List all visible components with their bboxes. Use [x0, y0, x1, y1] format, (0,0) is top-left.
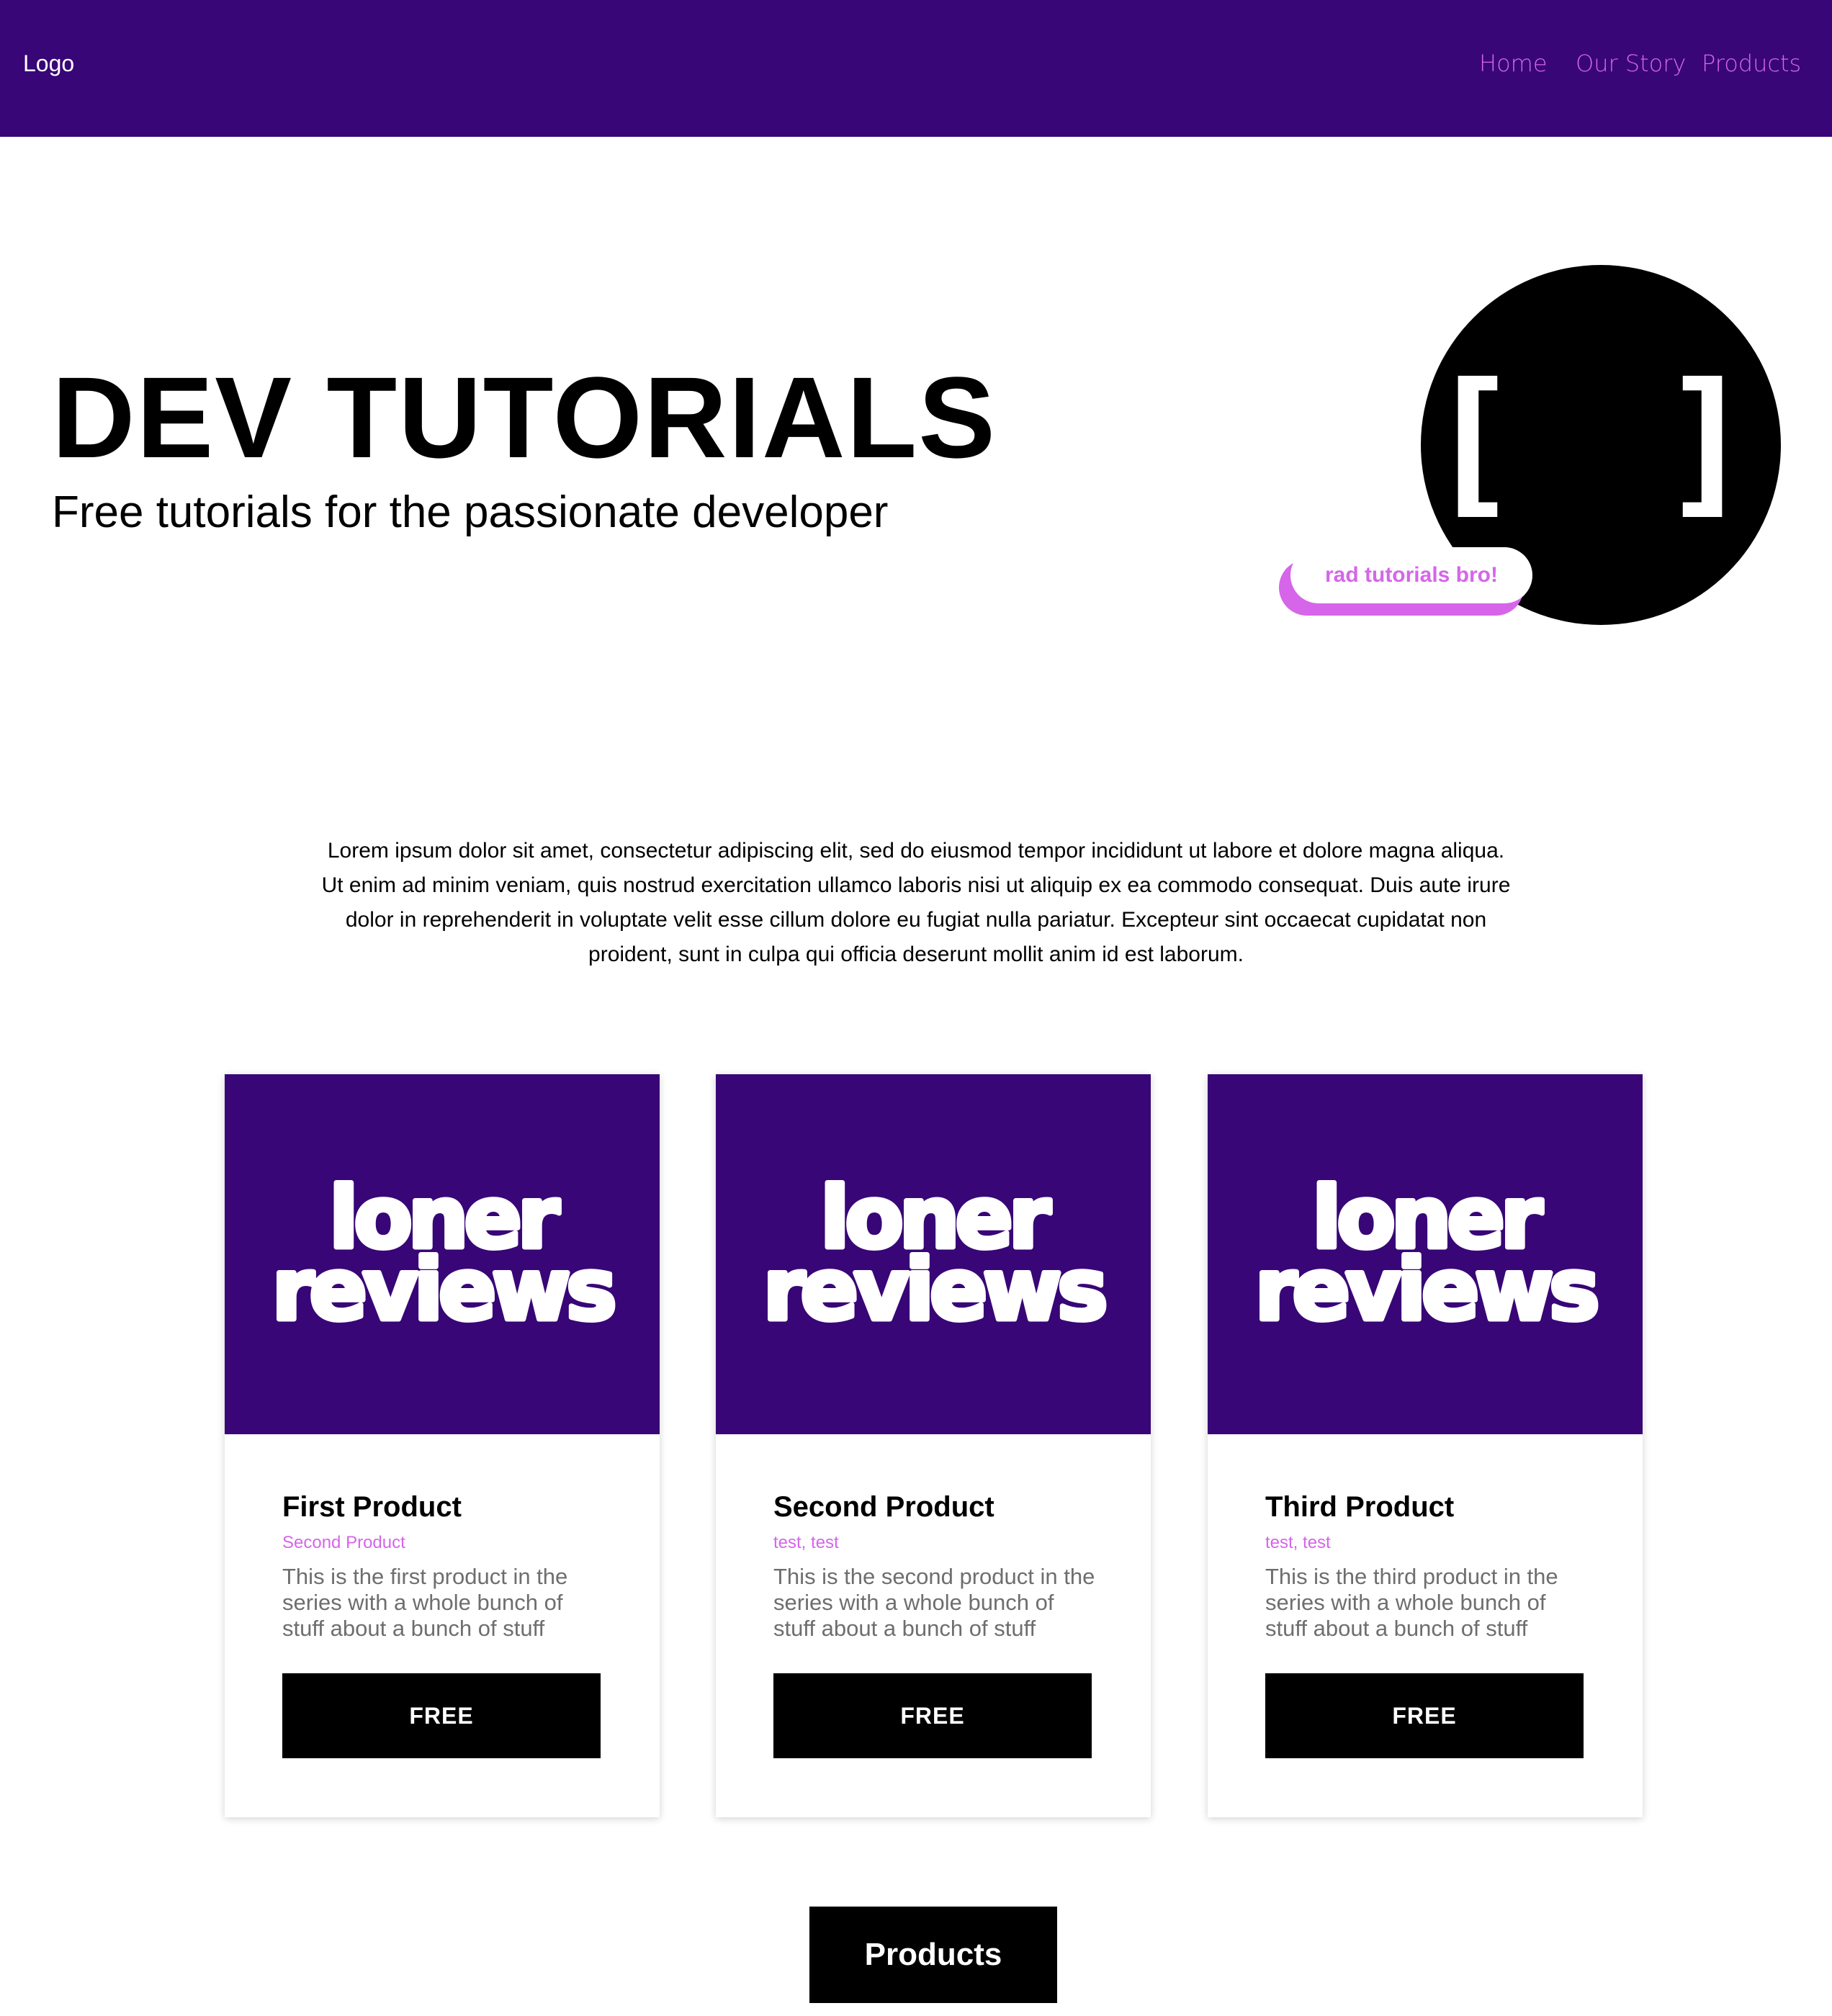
logo[interactable]: Logo: [23, 48, 74, 79]
card-title: Second Product: [773, 1491, 994, 1523]
free-button[interactable]: FREE: [282, 1673, 601, 1758]
products-button[interactable]: Products: [809, 1907, 1057, 2003]
loner-reviews-logo: loner reviews: [716, 1074, 1151, 1434]
hero-subtitle: Free tutorials for the passionate develo…: [52, 487, 889, 537]
free-button[interactable]: FREE: [773, 1673, 1092, 1758]
logo-word-reviews: reviews: [763, 1240, 1105, 1339]
card-tags: test, test: [1265, 1533, 1331, 1552]
intro-paragraph: Lorem ipsum dolor sit amet, consectetur …: [321, 839, 1511, 966]
logo-word-reviews: reviews: [1255, 1240, 1597, 1339]
card-description: This is the second product in the series…: [773, 1564, 1095, 1641]
card-description: This is the third product in the series …: [1265, 1564, 1558, 1641]
hero-badge: rad tutorials bro!: [1290, 547, 1532, 603]
product-card: loner reviews Second Product test, test …: [716, 1074, 1151, 1817]
hero-title: DEV TUTORIALS: [52, 353, 997, 482]
product-card: loner reviews Third Product test, test T…: [1208, 1074, 1643, 1817]
loner-reviews-logo: loner reviews: [1208, 1074, 1643, 1434]
card-tags: test, test: [773, 1533, 839, 1552]
loner-reviews-logo-art: loner reviews: [1252, 1166, 1603, 1342]
free-button[interactable]: FREE: [1265, 1673, 1584, 1758]
loner-reviews-logo: loner reviews: [225, 1074, 660, 1434]
nav-link-home[interactable]: Home: [1479, 48, 1548, 79]
card-description: This is the first product in the series …: [282, 1564, 568, 1641]
logo-word-reviews: reviews: [272, 1240, 614, 1339]
card-title: Third Product: [1265, 1491, 1455, 1523]
nav-link-products[interactable]: Products: [1702, 48, 1801, 79]
product-card: loner reviews First Product Second Produ…: [225, 1074, 660, 1817]
card-tags: Second Product: [282, 1533, 405, 1552]
loner-reviews-logo-art: loner reviews: [760, 1166, 1111, 1342]
top-navigation-bar: Logo Home Our Story Products: [0, 0, 1832, 137]
loner-reviews-logo-art: loner reviews: [269, 1166, 620, 1342]
nav-link-our-story[interactable]: Our Story: [1576, 48, 1686, 79]
card-title: First Product: [282, 1491, 462, 1523]
